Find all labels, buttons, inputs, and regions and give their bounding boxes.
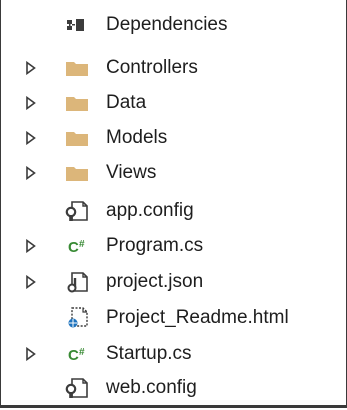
- config-file-icon: [64, 200, 90, 222]
- folder-icon: [64, 127, 90, 149]
- tree-item-label: web.config: [106, 377, 197, 398]
- folder-icon: [64, 92, 90, 114]
- tree-item-label: Models: [106, 127, 168, 148]
- tree-item-label: project.json: [106, 271, 204, 292]
- svg-text:C: C: [68, 239, 79, 256]
- expand-arrow-icon[interactable]: [24, 95, 38, 111]
- tree-item-label: Project_Readme.html: [106, 307, 289, 328]
- tree-item-program-cs[interactable]: C # Program.cs: [1, 230, 346, 262]
- expand-arrow-icon[interactable]: [24, 165, 38, 181]
- svg-text:#: #: [79, 239, 85, 250]
- folder-icon: [64, 162, 90, 184]
- tree-item-startup-cs[interactable]: C # Startup.cs: [1, 338, 346, 370]
- tree-item-views[interactable]: Views: [1, 157, 346, 189]
- solution-explorer-tree: Dependencies Controllers Data Models Vie…: [0, 0, 347, 408]
- tree-item-label: app.config: [106, 200, 194, 221]
- tree-item-web-config[interactable]: web.config: [1, 372, 346, 404]
- expand-arrow-icon[interactable]: [24, 238, 38, 254]
- expand-arrow-icon[interactable]: [24, 274, 38, 290]
- folder-icon: [64, 57, 90, 79]
- dependencies-icon: [64, 14, 90, 36]
- tree-item-label: Views: [106, 162, 157, 183]
- tree-item-data[interactable]: Data: [1, 87, 346, 119]
- tree-item-project-readme-html[interactable]: Project_Readme.html: [1, 302, 346, 334]
- tree-item-dependencies[interactable]: Dependencies: [1, 9, 346, 41]
- expand-arrow-icon[interactable]: [24, 130, 38, 146]
- tree-item-controllers[interactable]: Controllers: [1, 52, 346, 84]
- tree-item-label: Program.cs: [106, 235, 204, 256]
- tree-item-label: Startup.cs: [106, 343, 192, 364]
- expand-arrow-icon[interactable]: [24, 60, 38, 76]
- tree-item-label: Data: [106, 92, 147, 113]
- config-file-icon: [64, 377, 90, 399]
- csharp-file-icon: C #: [64, 235, 90, 257]
- tree-item-models[interactable]: Models: [1, 122, 346, 154]
- tree-item-app-config[interactable]: app.config: [1, 195, 346, 227]
- json-file-icon: [64, 271, 90, 293]
- svg-text:C: C: [68, 347, 79, 364]
- expand-arrow-icon[interactable]: [24, 346, 38, 362]
- svg-text:#: #: [79, 347, 85, 358]
- html-file-icon: [64, 307, 90, 329]
- tree-item-label: Dependencies: [106, 14, 228, 35]
- csharp-file-icon: C #: [64, 343, 90, 365]
- tree-item-label: Controllers: [106, 57, 198, 78]
- tree-item-project-json[interactable]: project.json: [1, 266, 346, 298]
